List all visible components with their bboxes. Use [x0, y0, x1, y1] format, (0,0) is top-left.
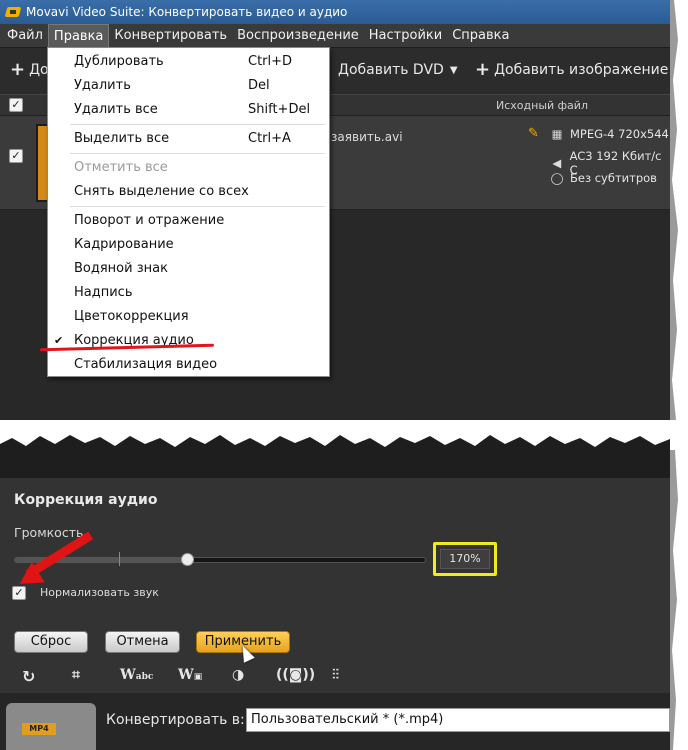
- volume-slider-default-mark: [119, 552, 120, 566]
- panel-title: Коррекция аудио: [14, 492, 158, 508]
- volume-slider[interactable]: [14, 552, 426, 566]
- volume-label: Громкость: [14, 525, 84, 540]
- menu-item-color-correction[interactable]: Цветокоррекция: [74, 309, 189, 324]
- shortcut-delete: Del: [248, 78, 270, 93]
- add-image-button[interactable]: + Добавить изображение: [475, 59, 669, 80]
- menu-separator: [70, 153, 325, 154]
- output-format-select[interactable]: Пользовательский * (*.mp4): [246, 708, 670, 732]
- shortcut-duplicate: Ctrl+D: [248, 54, 293, 69]
- checkmark-icon: ✔: [54, 334, 64, 347]
- subtitle-info: ◯ Без субтитров: [550, 171, 657, 185]
- menu-separator: [70, 206, 325, 207]
- add-dvd-button[interactable]: Добавить DVD ▼: [330, 62, 458, 78]
- window-title: Movavi Video Suite: Конвертировать видео…: [26, 5, 348, 19]
- torn-edge-top: [0, 400, 670, 420]
- plus-icon: +: [475, 59, 491, 80]
- menu-item-duplicate[interactable]: Дублировать: [74, 54, 164, 69]
- audio-correction-panel: Коррекция аудио Громкость 170% ✓ Нормали…: [0, 478, 670, 693]
- menu-item-rotate-flip[interactable]: Поворот и отражение: [74, 213, 224, 228]
- volume-value-highlight: 170%: [433, 542, 497, 576]
- film-icon: ▦: [551, 127, 563, 141]
- menu-file[interactable]: Файл: [2, 24, 48, 48]
- menu-convert[interactable]: Конвертировать: [109, 24, 232, 48]
- crop-icon[interactable]: ⌗: [72, 667, 80, 683]
- shortcut-select-all: Ctrl+A: [248, 131, 291, 146]
- menu-item-select-all[interactable]: Выделить все: [74, 131, 169, 146]
- rotate-icon[interactable]: ↻: [22, 667, 35, 686]
- video-info: ▦ MPEG-4 720x544: [550, 127, 669, 141]
- title-bar: Movavi Video Suite: Конвертировать видео…: [0, 0, 670, 24]
- equalizer-icon[interactable]: ⫶⫶: [332, 667, 339, 683]
- stabilization-icon[interactable]: ((◙)): [276, 667, 315, 683]
- normalize-label: Нормализовать звук: [40, 586, 159, 599]
- add-video-button[interactable]: + До: [10, 59, 49, 80]
- speaker-icon: ◀: [552, 156, 562, 170]
- menu-item-check-all: Отметить все: [74, 160, 168, 175]
- menu-item-crop[interactable]: Кадрирование: [74, 237, 174, 252]
- menu-item-delete[interactable]: Удалить: [74, 78, 131, 93]
- menu-item-deselect-all[interactable]: Снять выделение со всех: [74, 184, 249, 199]
- menu-help[interactable]: Справка: [447, 24, 514, 48]
- add-video-label: До: [29, 62, 49, 78]
- convert-to-label: Конвертировать в:: [106, 712, 245, 728]
- menu-playback[interactable]: Воспроизведение: [232, 24, 364, 48]
- app-window-top: Movavi Video Suite: Конвертировать видео…: [0, 0, 670, 420]
- edit-dropdown-menu: Дублировать Ctrl+D Удалить Del Удалить в…: [47, 47, 330, 377]
- menu-item-video-stabilization[interactable]: Стабилизация видео: [74, 357, 217, 372]
- select-all-checkbox[interactable]: ✓: [9, 98, 23, 112]
- effects-toolbar: ↻ ⌗ Wabc W▣ ◑ ((◙)) ⫶⫶: [0, 661, 670, 693]
- menu-edit[interactable]: Правка: [47, 23, 110, 48]
- watermark-icon[interactable]: Wabc: [120, 667, 153, 683]
- plus-icon: +: [10, 59, 26, 80]
- add-image-label: Добавить изображение: [494, 62, 669, 78]
- edit-pencil-icon[interactable]: ✎: [528, 126, 539, 141]
- cancel-button[interactable]: Отмена: [105, 631, 180, 653]
- menu-separator: [70, 124, 325, 125]
- volume-value-field[interactable]: 170%: [440, 549, 490, 569]
- audio-correction-section: Коррекция аудио Громкость 170% ✓ Нормали…: [0, 448, 670, 750]
- file-checkbox[interactable]: ✓: [9, 149, 23, 163]
- text-overlay-icon[interactable]: W▣: [178, 667, 202, 683]
- menu-bar: Файл Правка Конвертировать Воспроизведен…: [0, 23, 670, 48]
- menu-item-delete-all[interactable]: Удалить все: [74, 102, 158, 117]
- menu-item-watermark[interactable]: Водяной знак: [74, 261, 168, 276]
- reset-button[interactable]: Сброс: [14, 631, 88, 653]
- page-edge-shadow: [670, 0, 678, 750]
- dropdown-arrow-icon: ▼: [449, 64, 458, 76]
- color-correction-icon[interactable]: ◑: [232, 667, 244, 683]
- add-dvd-label: Добавить DVD: [338, 62, 444, 78]
- subtitle-info-text: Без субтитров: [570, 171, 657, 185]
- movavi-logo-icon: [6, 5, 20, 19]
- speech-bubble-icon: ◯: [550, 171, 564, 185]
- convert-bar: MP4 Конвертировать в: Пользовательский *…: [0, 693, 670, 750]
- menu-settings[interactable]: Настройки: [364, 24, 447, 48]
- output-format-tag: MP4: [22, 723, 56, 735]
- menu-item-caption[interactable]: Надпись: [74, 285, 133, 300]
- volume-slider-thumb[interactable]: [181, 553, 194, 566]
- shortcut-delete-all: Shift+Del: [248, 102, 311, 117]
- video-info-text: MPEG-4 720x544: [570, 127, 669, 141]
- source-file-column-header: Исходный файл: [496, 99, 588, 112]
